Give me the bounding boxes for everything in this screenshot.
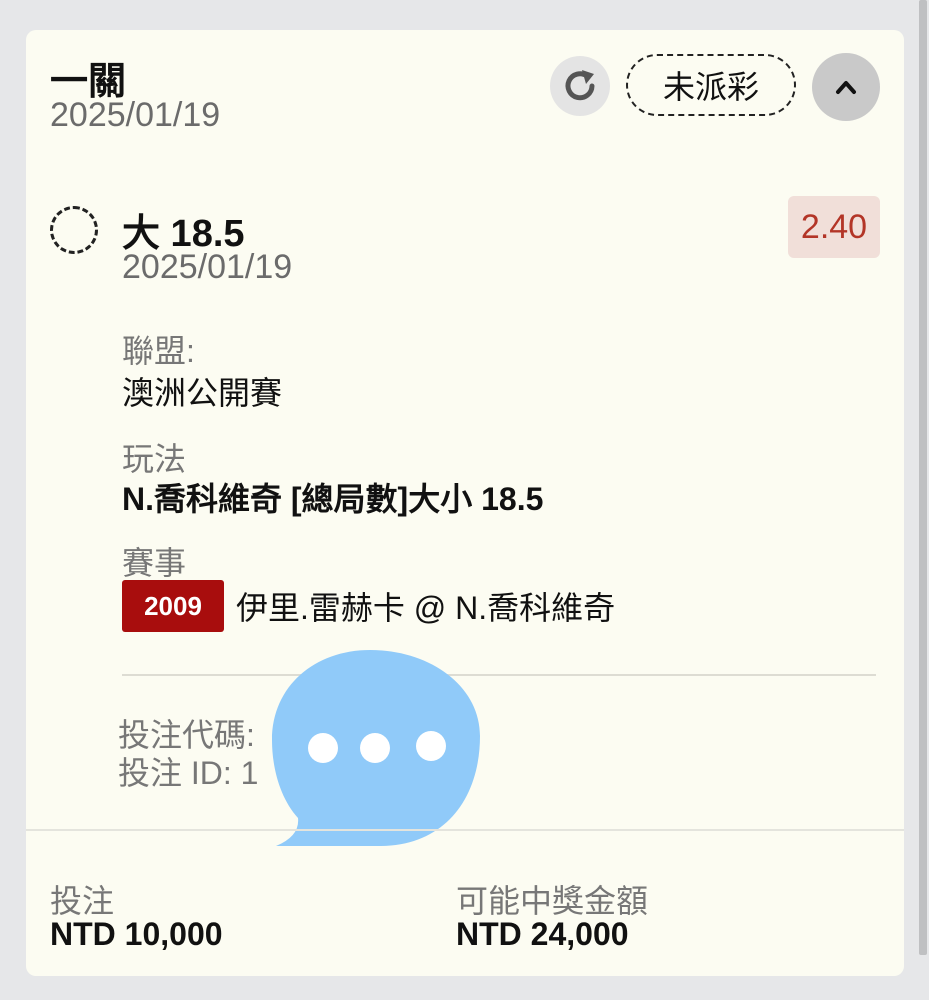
status-badge: 未派彩 (626, 54, 796, 116)
chevron-up-icon (836, 81, 856, 94)
league-label: 聯盟: (122, 333, 195, 369)
stake-value: NTD 10,000 (50, 916, 223, 952)
selection-date: 2025/01/19 (122, 248, 293, 286)
selection-indicator[interactable] (50, 206, 98, 254)
bet-card: 一關 2025/01/19 未派彩 大 18.5 2025/01/19 2.40… (26, 30, 904, 976)
refresh-button[interactable] (550, 56, 610, 116)
chat-bubble-icon[interactable] (270, 648, 482, 850)
event-name: 伊里.雷赫卡 @ N.喬科維奇 (236, 590, 616, 626)
event-label: 賽事 (122, 545, 187, 581)
bet-id-label: 投注 ID: 1 (118, 755, 259, 791)
odds-badge: 2.40 (788, 196, 880, 258)
bet-date: 2025/01/19 (50, 96, 221, 134)
footer-divider (26, 829, 904, 831)
refresh-icon (565, 70, 595, 101)
league-value: 澳洲公開賽 (122, 375, 283, 411)
collapse-button[interactable] (812, 53, 880, 121)
payout-value: NTD 24,000 (456, 916, 629, 952)
event-row: 2009 伊里.雷赫卡 @ N.喬科維奇 (122, 580, 615, 632)
divider (122, 674, 876, 676)
market-value: N.喬科維奇 [總局數]大小 18.5 (122, 481, 544, 517)
scrollbar-thumb[interactable] (919, 0, 927, 955)
event-code-badge: 2009 (122, 580, 224, 632)
